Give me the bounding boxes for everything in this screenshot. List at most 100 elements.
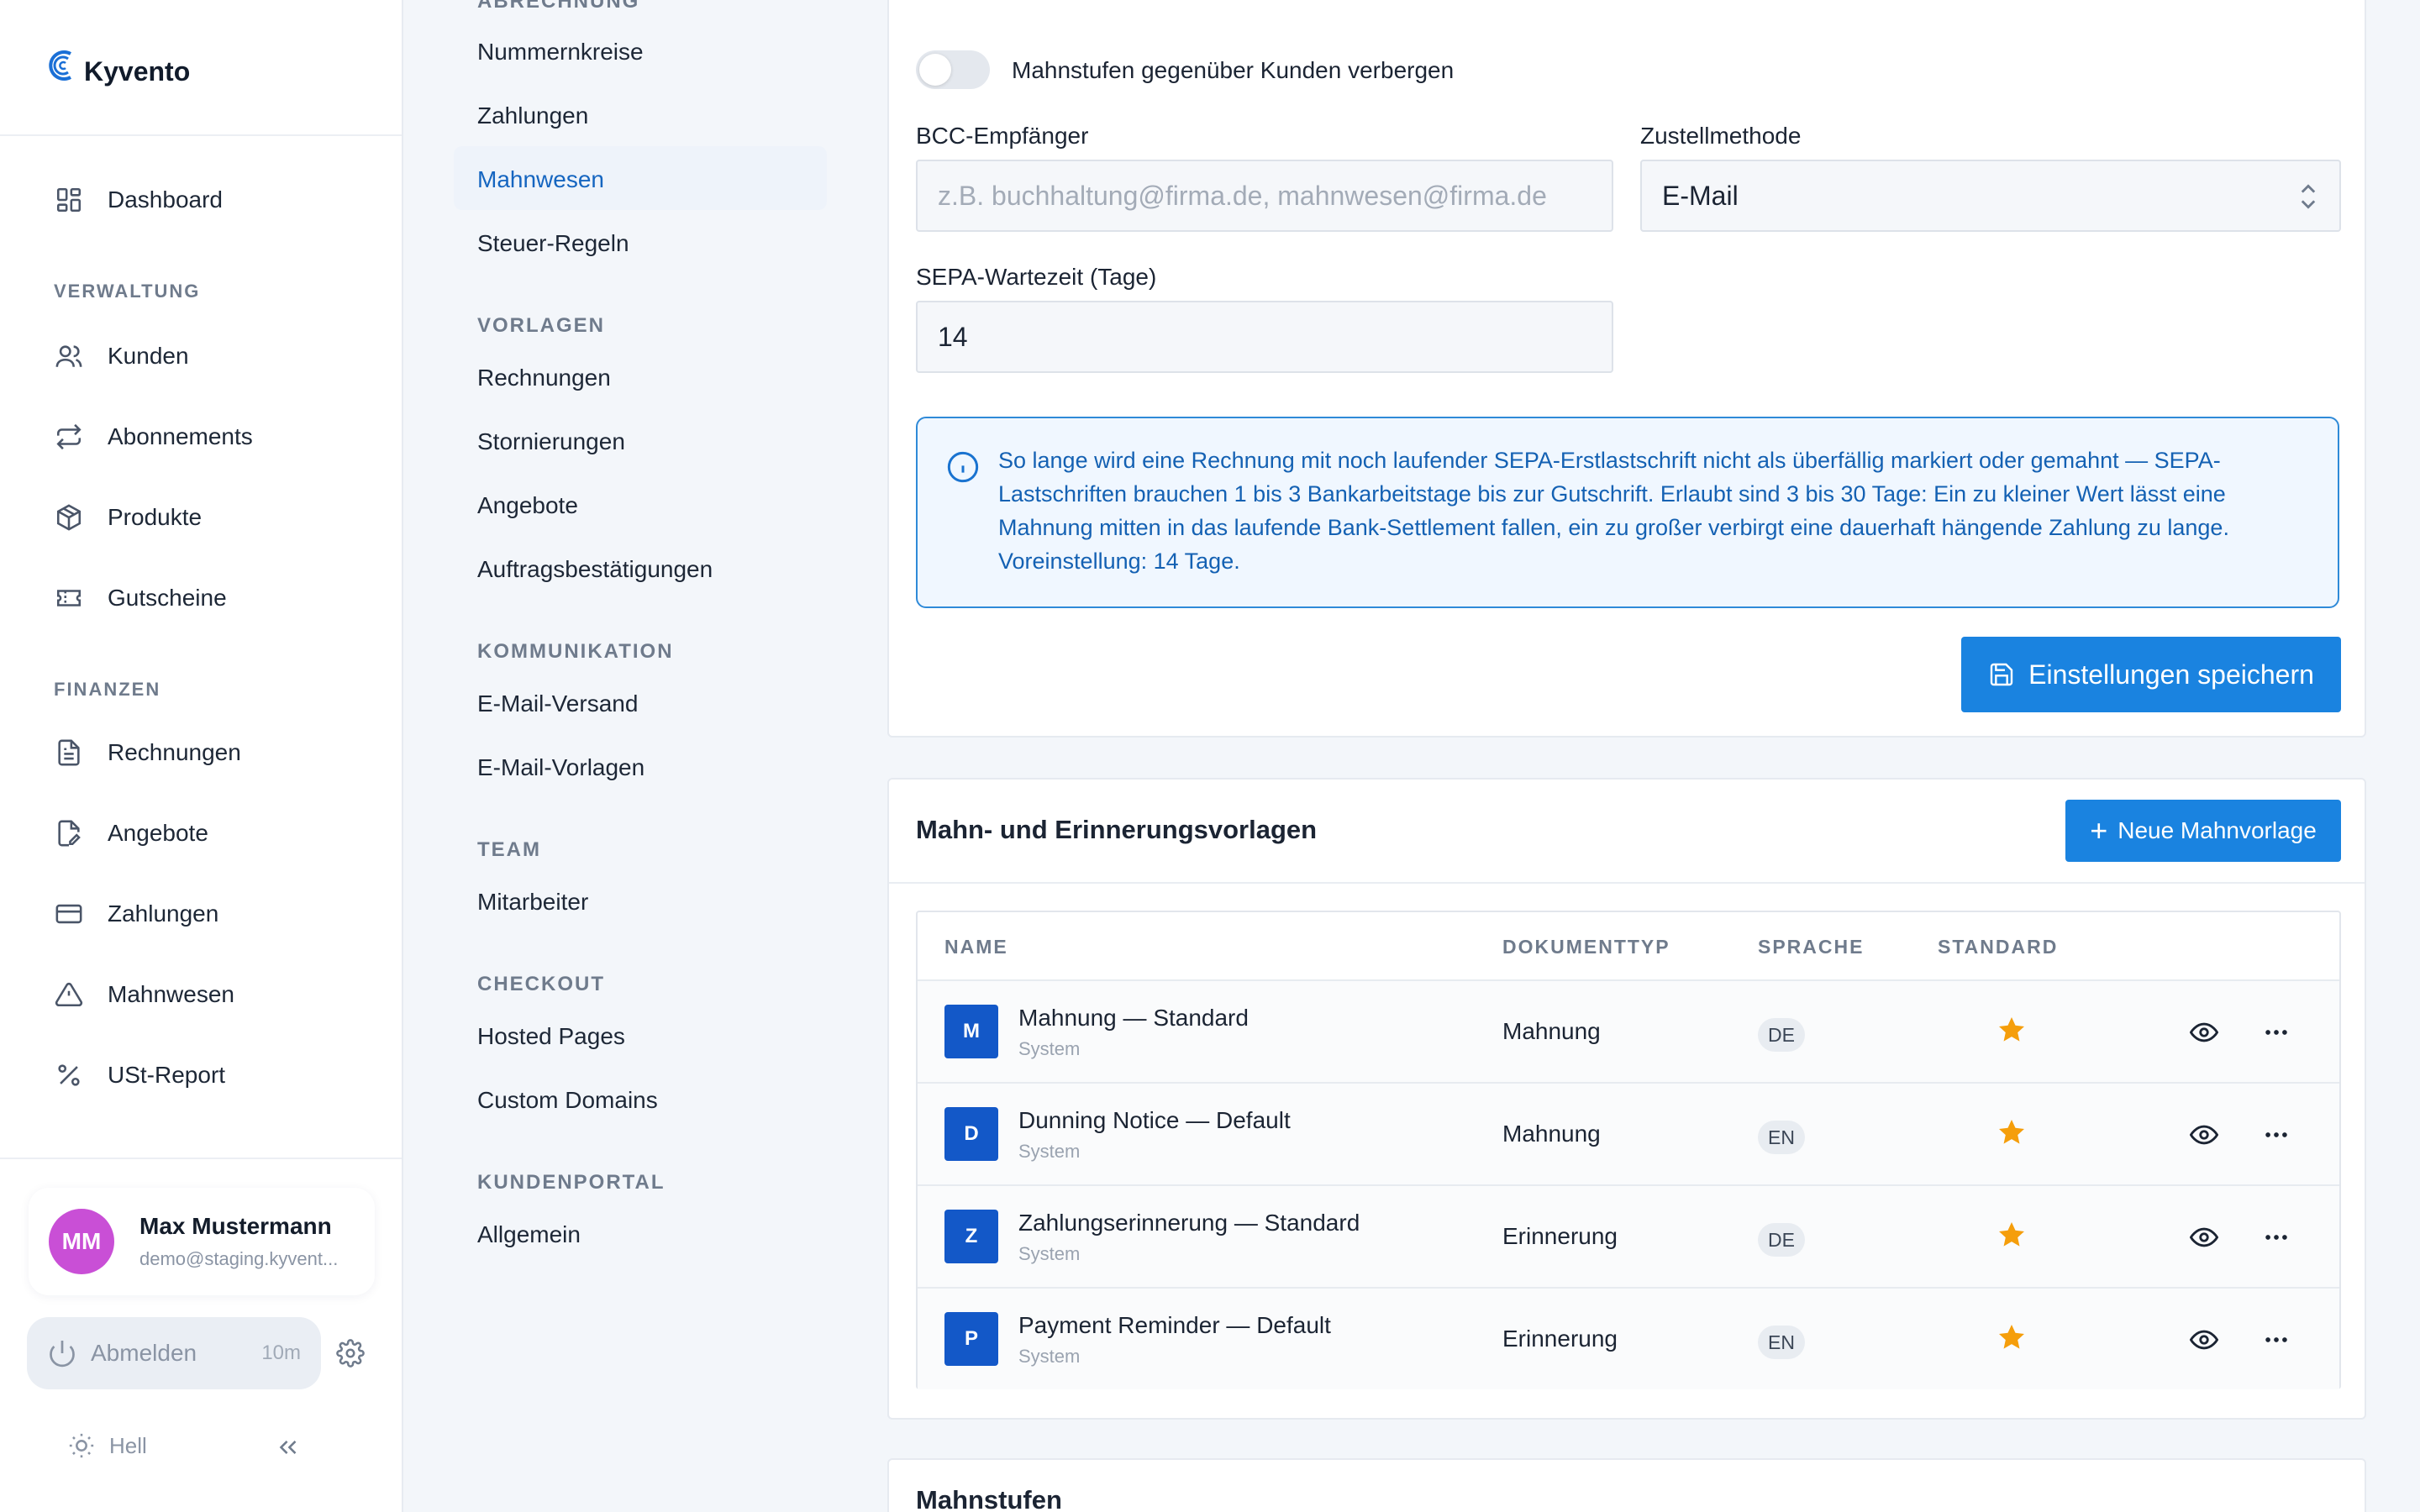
gear-icon[interactable]	[336, 1339, 366, 1369]
table-row[interactable]: M Mahnung — Standard System Mahnung DE	[918, 979, 2339, 1082]
save-settings-label: Einstellungen speichern	[2028, 659, 2314, 690]
table-row[interactable]: P Payment Reminder — Default System Erin…	[918, 1287, 2339, 1389]
brand-logo[interactable]: Kyvento	[45, 44, 190, 87]
nav-ust-report[interactable]: USt-Report	[52, 1053, 225, 1097]
more-horizontal-icon[interactable]	[2262, 1223, 2291, 1252]
more-horizontal-icon[interactable]	[2262, 1018, 2291, 1047]
user-card[interactable]: MM Max Mustermann demo@staging.kyvent...	[29, 1188, 375, 1295]
users-icon	[52, 339, 86, 373]
subnav-item-mitarbeiter[interactable]: Mitarbeiter	[477, 889, 588, 916]
nav-ust-report-label: USt-Report	[108, 1062, 226, 1088]
subnav-item-mahnwesen[interactable]: Mahnwesen	[477, 166, 604, 193]
collapse-sidebar-icon[interactable]	[274, 1433, 304, 1463]
subnav-section-abrechnung: ABRECHNUNG	[477, 0, 640, 13]
nav-produkte[interactable]: Produkte	[52, 496, 202, 539]
sepa-info-text: So lange wird eine Rechnung mit noch lau…	[998, 448, 2229, 574]
ticket-icon	[52, 581, 86, 615]
column-header-name[interactable]: NAME	[944, 936, 1008, 958]
template-initial-badge: D	[944, 1107, 998, 1161]
save-settings-button[interactable]: Einstellungen speichern	[1961, 637, 2341, 712]
template-initial-badge: Z	[944, 1210, 998, 1263]
avatar: MM	[49, 1209, 114, 1274]
dunning-steps-card: Mahnstufen	[887, 1458, 2366, 1512]
nav-abonnements[interactable]: Abonnements	[52, 415, 253, 459]
more-horizontal-icon[interactable]	[2262, 1121, 2291, 1149]
nav-abonnements-label: Abonnements	[108, 423, 253, 449]
theme-toggle[interactable]: Hell	[67, 1431, 147, 1460]
nav-gutscheine[interactable]: Gutscheine	[52, 576, 227, 620]
subnav-item-custom-domains[interactable]: Custom Domains	[477, 1087, 658, 1114]
divider	[0, 134, 402, 136]
subnav-item-zahlungen[interactable]: Zahlungen	[477, 102, 588, 129]
subnav-item-nummernkreise[interactable]: Nummernkreise	[477, 39, 644, 66]
dunning-settings-card: Mahnstufen gegenüber Kunden verbergen BC…	[887, 0, 2366, 738]
language-badge: DE	[1758, 1223, 1805, 1257]
templates-title: Mahn- und Erinnerungsvorlagen	[916, 815, 1318, 844]
template-source: System	[1018, 1038, 1081, 1059]
subnav-section-kundenportal: KUNDENPORTAL	[477, 1171, 666, 1194]
subnav-item-steuer-regeln[interactable]: Steuer-Regeln	[477, 230, 629, 257]
subnav-item-hosted-pages[interactable]: Hosted Pages	[477, 1023, 625, 1050]
nav-angebote[interactable]: Angebote	[52, 811, 208, 855]
power-icon	[50, 1341, 75, 1368]
nav-rechnungen[interactable]: Rechnungen	[52, 731, 241, 774]
nav-zahlungen[interactable]: Zahlungen	[52, 892, 218, 936]
sepa-wait-input[interactable]: 14	[916, 301, 1613, 373]
subnav-item-allgemein[interactable]: Allgemein	[477, 1221, 581, 1248]
column-header-default[interactable]: STANDARD	[1938, 936, 2058, 958]
nav-dashboard[interactable]: Dashboard	[52, 178, 223, 222]
eye-icon[interactable]	[2190, 1326, 2218, 1354]
template-doctype: Erinnerung	[1502, 1326, 1618, 1352]
logout-label: Abmelden	[91, 1340, 197, 1366]
table-row[interactable]: D Dunning Notice — Default System Mahnun…	[918, 1082, 2339, 1184]
star-icon	[1999, 1017, 2024, 1042]
toggle-knob	[919, 54, 951, 86]
nav-mahnwesen[interactable]: Mahnwesen	[52, 973, 234, 1016]
delivery-method-select[interactable]: E-Mail	[1640, 160, 2341, 232]
language-badge: EN	[1758, 1326, 1805, 1359]
file-edit-icon	[52, 816, 86, 850]
file-text-icon	[52, 736, 86, 769]
subnav-item-auftragsbestaetigungen[interactable]: Auftragsbestätigungen	[477, 556, 713, 583]
template-doctype: Mahnung	[1502, 1121, 1601, 1147]
column-header-doctype[interactable]: DOKUMENTTYP	[1502, 936, 1670, 958]
user-name: Max Mustermann	[139, 1213, 332, 1239]
star-icon	[1999, 1222, 2024, 1247]
language-badge: DE	[1758, 1018, 1805, 1052]
template-name: Payment Reminder — Default	[1018, 1312, 1331, 1338]
sun-icon	[69, 1433, 94, 1458]
nav-kunden[interactable]: Kunden	[52, 334, 189, 378]
subnav-item-email-vorlagen[interactable]: E-Mail-Vorlagen	[477, 754, 644, 781]
plus-icon: +	[2090, 813, 2108, 848]
subnav-item-stornierungen[interactable]: Stornierungen	[477, 428, 625, 455]
hide-dunning-levels-toggle[interactable]	[916, 50, 990, 89]
template-source: System	[1018, 1243, 1081, 1264]
repeat-icon	[52, 420, 86, 454]
sidebar: Kyvento Dashboard VERWALTUNG Kunden Abon…	[0, 0, 403, 1512]
template-name: Zahlungserinnerung — Standard	[1018, 1210, 1360, 1236]
eye-icon[interactable]	[2190, 1018, 2218, 1047]
subnav-item-rechnungen[interactable]: Rechnungen	[477, 365, 611, 391]
subnav-item-angebote[interactable]: Angebote	[477, 492, 578, 519]
column-header-language[interactable]: SPRACHE	[1758, 936, 1864, 958]
logout-button[interactable]: Abmelden 10m	[27, 1317, 321, 1389]
nav-produkte-label: Produkte	[108, 504, 203, 530]
chevron-up-down-icon	[2301, 184, 2316, 209]
divider	[889, 882, 2365, 884]
dunning-templates-card: Mahn- und Erinnerungsvorlagen + Neue Mah…	[887, 778, 2366, 1420]
percent-icon	[52, 1058, 86, 1092]
bcc-input[interactable]: z.B. buchhaltung@firma.de, mahnwesen@fir…	[916, 160, 1613, 232]
table-row[interactable]: Z Zahlungserinnerung — Standard System E…	[918, 1184, 2339, 1287]
save-icon	[1990, 663, 2013, 686]
template-name: Mahnung — Standard	[1018, 1005, 1249, 1031]
nav-rechnungen-label: Rechnungen	[108, 739, 241, 765]
dunning-steps-title: Mahnstufen	[916, 1485, 1062, 1512]
sepa-info-box: So lange wird eine Rechnung mit noch lau…	[916, 417, 2339, 608]
eye-icon[interactable]	[2190, 1121, 2218, 1149]
new-dunning-template-button[interactable]: + Neue Mahnvorlage	[2065, 800, 2341, 862]
subnav-item-email-versand[interactable]: E-Mail-Versand	[477, 690, 638, 717]
more-horizontal-icon[interactable]	[2262, 1326, 2291, 1354]
section-finanzen: FINANZEN	[54, 679, 161, 700]
eye-icon[interactable]	[2190, 1223, 2218, 1252]
template-source: System	[1018, 1141, 1081, 1162]
